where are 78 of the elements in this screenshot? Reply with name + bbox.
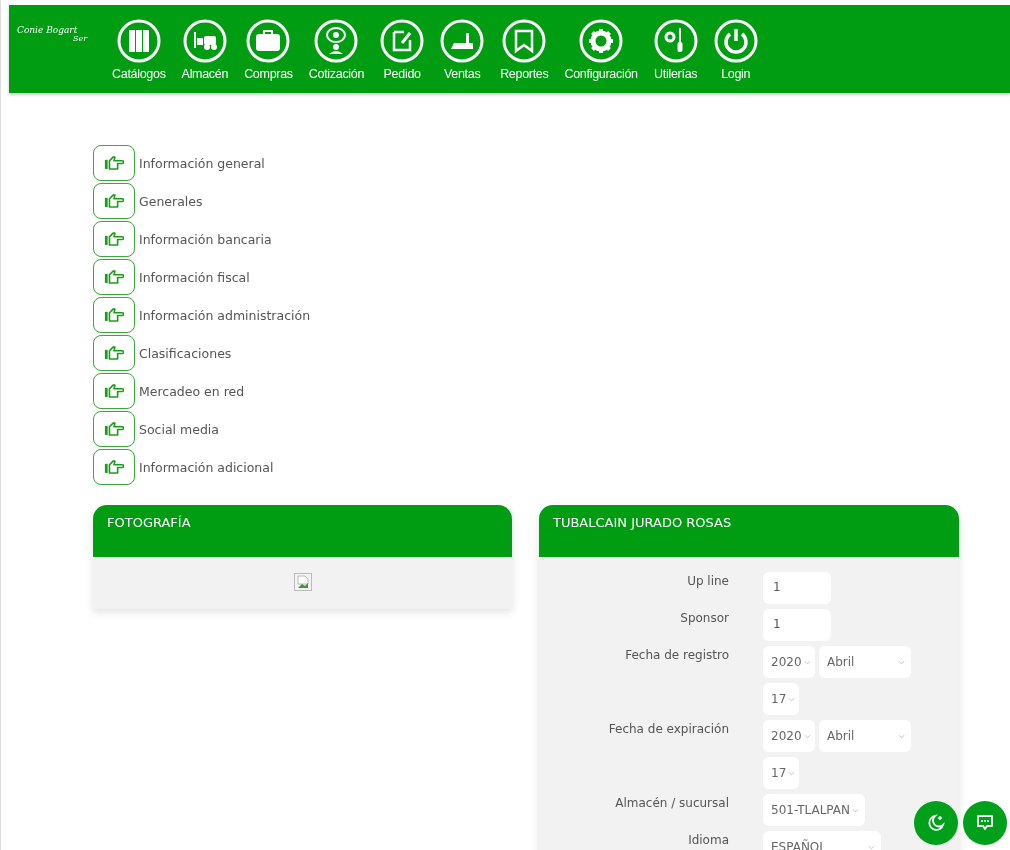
section-button[interactable]: [93, 183, 135, 219]
text-field[interactable]: 1: [763, 572, 831, 604]
field-label: Up line: [686, 573, 729, 590]
nav-menu-item[interactable]: Compras: [239, 19, 298, 81]
pointing-hand-icon: [104, 155, 124, 171]
day-select[interactable]: 17: [763, 683, 799, 715]
nav-menu-item[interactable]: Ventas: [435, 19, 490, 81]
section-button[interactable]: [93, 449, 135, 485]
briefcase-icon: [246, 19, 291, 63]
edit-icon: [380, 19, 425, 63]
section-label[interactable]: Social media: [139, 421, 219, 437]
nav-menu-item[interactable]: Reportes: [495, 19, 554, 81]
tools-icon: [653, 19, 698, 63]
field-label: Idioma: [687, 832, 729, 849]
nav-menu-item[interactable]: Configuración: [559, 19, 643, 81]
nav-menu-item[interactable]: Utilerías: [648, 19, 703, 81]
pointing-hand-icon: [104, 269, 124, 285]
section-label[interactable]: Información fiscal: [139, 269, 250, 285]
section-label[interactable]: Generales: [139, 193, 203, 209]
text-field[interactable]: 1: [763, 609, 831, 641]
section-label[interactable]: Información bancaria: [139, 231, 272, 247]
month-select[interactable]: Abril: [819, 720, 911, 752]
chat-button[interactable]: [963, 801, 1007, 845]
section-label[interactable]: Información general: [139, 155, 265, 171]
section-button[interactable]: [93, 259, 135, 295]
pointing-hand-icon: [104, 383, 124, 399]
pointing-hand-icon: [104, 459, 124, 475]
caret-icon: [868, 844, 875, 850]
year-select[interactable]: 2020: [763, 720, 815, 752]
caret-icon: [803, 659, 811, 665]
section-label[interactable]: Información adicional: [139, 459, 274, 475]
section-button[interactable]: [93, 373, 135, 409]
field-label: Fecha de registro: [624, 647, 729, 664]
speech-bubble-person-icon: [314, 19, 359, 63]
caret-icon: [803, 733, 811, 739]
section-label[interactable]: Clasificaciones: [139, 345, 232, 361]
nav-menu-item[interactable]: Catálogos: [107, 19, 171, 81]
section-button[interactable]: [93, 411, 135, 447]
binders-icon: [116, 19, 161, 63]
day-select[interactable]: 17: [763, 757, 799, 789]
section-label[interactable]: Información administración: [139, 307, 311, 323]
nav-menu-item[interactable]: Pedido: [375, 19, 430, 81]
card-title: TUBALCAIN JURADO ROSAS: [553, 515, 733, 530]
field-label: Sponsor: [679, 610, 729, 627]
pointing-hand-icon: [104, 307, 124, 323]
nav-menu-item[interactable]: Login: [708, 19, 763, 81]
month-select[interactable]: Abril: [819, 646, 911, 678]
caret-icon: [898, 733, 905, 739]
year-select[interactable]: 2020: [763, 646, 815, 678]
section-button[interactable]: [93, 145, 135, 181]
pointing-hand-icon: [104, 193, 124, 209]
dropdown-select[interactable]: 501-TLALPAN: [763, 794, 865, 826]
pointing-hand-icon: [104, 421, 124, 437]
forklift-icon: [182, 19, 227, 63]
nav-menu-item[interactable]: Almacén: [176, 19, 234, 81]
caret-icon: [852, 807, 859, 813]
section-label[interactable]: Mercadeo en red: [139, 383, 245, 399]
field-label: Almacén / sucursal: [614, 795, 729, 812]
caret-icon: [898, 659, 905, 665]
power-icon: [713, 19, 758, 63]
chat-icon: [975, 813, 995, 833]
moon-icon: [926, 813, 946, 833]
nav-menu-item[interactable]: Cotización: [303, 19, 370, 81]
cash-register-icon: [440, 19, 485, 63]
logo-text: Conie Bogart: [17, 25, 79, 35]
logo-tagline: Ser: [73, 35, 88, 43]
section-button[interactable]: [93, 335, 135, 371]
bookmark-icon: [502, 19, 547, 63]
field-label: Fecha de expiración: [607, 721, 729, 738]
broken-image-icon: [293, 573, 312, 591]
card-title: FOTOGRAFÍA: [107, 515, 192, 530]
settings-icon: [579, 19, 624, 63]
section-button[interactable]: [93, 297, 135, 333]
caret-icon: [788, 770, 796, 776]
caret-icon: [788, 696, 796, 702]
pointing-hand-icon: [104, 345, 124, 361]
pointing-hand-icon: [104, 231, 124, 247]
section-button[interactable]: [93, 221, 135, 257]
